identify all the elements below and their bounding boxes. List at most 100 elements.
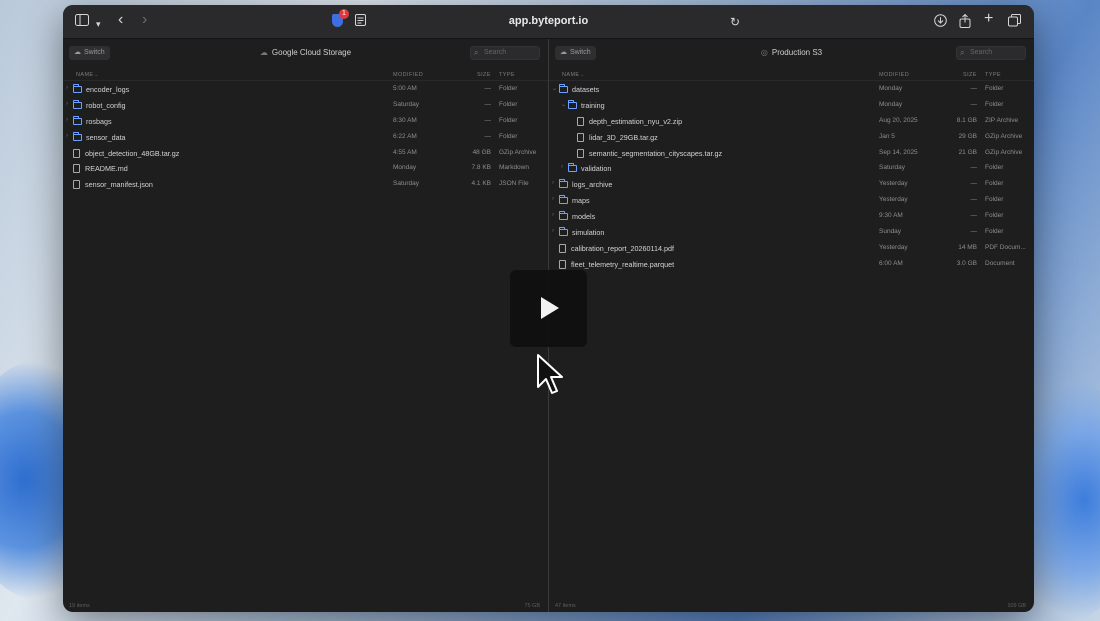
file-name-cell[interactable]: training xyxy=(568,99,605,110)
file-name-cell[interactable]: models xyxy=(559,211,595,221)
modified-cell: Monday xyxy=(879,85,903,92)
total-size: 75 GB xyxy=(524,603,540,609)
right-switch-button[interactable]: ☁ Switch xyxy=(555,46,596,60)
file-name-cell[interactable]: depth_estimation_nyu_v2.zip xyxy=(577,116,682,126)
file-row[interactable]: README.md Monday 7.8 KB Markdown xyxy=(63,160,548,176)
chevron-right-icon[interactable]: › xyxy=(66,133,68,139)
file-row[interactable]: fleet_telemetry_realtime.parquet 6:00 AM 3… xyxy=(549,256,1034,272)
left-pane: ☁ Switch ☁ Google Cloud Storage ⌕ Search … xyxy=(63,39,548,612)
file-icon xyxy=(73,164,80,174)
reload-icon[interactable]: ↻ xyxy=(730,14,740,30)
file-row[interactable]: › logs_archive Yesterday — Folder xyxy=(549,176,1034,192)
reader-icon[interactable] xyxy=(355,14,366,30)
file-row[interactable]: › encoder_logs 5:00 AM — Folder xyxy=(63,81,548,97)
file-name-cell[interactable]: maps xyxy=(559,195,590,205)
column-size[interactable]: SIZE xyxy=(477,72,491,78)
left-search-input[interactable]: ⌕ Search xyxy=(470,46,540,60)
size-cell: — xyxy=(970,100,978,108)
column-type[interactable]: TYPE xyxy=(499,72,515,78)
chevron-down-icon[interactable]: ⌄ xyxy=(552,85,557,92)
file-row[interactable]: ⌄ datasets Monday — Folder xyxy=(549,81,1034,97)
size-cell: 29 GB xyxy=(958,132,977,140)
chevron-right-icon[interactable]: › xyxy=(552,228,554,234)
back-icon[interactable]: ‹ xyxy=(118,12,123,28)
right-pane-header: ☁ Switch ◎ Production S3 ⌕ Search xyxy=(549,39,1034,69)
file-name-cell[interactable]: sensor_data xyxy=(73,131,126,142)
file-row[interactable]: › rosbags 8:30 AM — Folder xyxy=(63,113,548,129)
file-row[interactable]: semantic_segmentation_cityscapes.tar.gz S… xyxy=(549,145,1034,161)
modified-cell: 6:00 AM xyxy=(879,259,903,267)
file-name-cell[interactable]: logs_archive xyxy=(559,179,612,189)
column-size[interactable]: SIZE xyxy=(963,72,977,78)
file-name: calibration_report_20260114.pdf xyxy=(571,243,674,253)
file-name-cell[interactable]: simulation xyxy=(559,227,605,238)
size-cell: — xyxy=(970,228,978,236)
file-name-cell[interactable]: datasets xyxy=(559,84,599,94)
chevron-right-icon[interactable]: › xyxy=(552,212,554,218)
chevron-down-icon[interactable]: ▾ xyxy=(96,16,101,32)
chevron-right-icon[interactable]: › xyxy=(552,180,554,186)
file-name-cell[interactable]: rosbags xyxy=(73,115,112,126)
modified-cell: 5:00 AM xyxy=(393,85,417,92)
chevron-down-icon[interactable]: ⌄ xyxy=(561,101,566,108)
column-modified[interactable]: MODIFIED xyxy=(879,72,909,78)
size-cell: 3.0 GB xyxy=(956,259,977,267)
sidebar-toggle-icon[interactable] xyxy=(75,14,89,30)
chevron-right-icon[interactable]: › xyxy=(66,117,68,123)
video-play-button[interactable] xyxy=(510,270,587,347)
address-bar[interactable]: app.byteport.io xyxy=(63,15,1034,27)
file-name-cell[interactable]: sensor_manifest.json xyxy=(73,180,153,190)
file-row[interactable]: › models 9:30 AM — Folder xyxy=(549,208,1034,224)
folder-icon xyxy=(568,99,577,109)
modified-cell: Yesterday xyxy=(879,196,908,204)
left-pane-header: ☁ Switch ☁ Google Cloud Storage ⌕ Search xyxy=(63,39,548,69)
column-name[interactable]: NAME xyxy=(76,72,94,78)
modified-cell: Jan 5 xyxy=(879,132,895,140)
file-row[interactable]: sensor_manifest.json Saturday 4.1 KB JSON F… xyxy=(63,176,548,192)
file-row[interactable]: › simulation Sunday — Folder xyxy=(549,224,1034,240)
right-status-bar: 47 items 109 GB xyxy=(549,600,1034,612)
file-row[interactable]: object_detection_48GB.tar.gz 4:55 AM 48 GB… xyxy=(63,145,548,161)
file-name-cell[interactable]: calibration_report_20260114.pdf xyxy=(559,243,674,253)
download-icon[interactable] xyxy=(934,14,947,31)
file-name-cell[interactable]: encoder_logs xyxy=(73,84,129,94)
chevron-right-icon[interactable]: › xyxy=(561,164,563,170)
search-placeholder: Search xyxy=(484,49,507,56)
file-row[interactable]: › robot_config Saturday — Folder xyxy=(63,97,548,113)
file-row[interactable]: ⌄ training Monday — Folder xyxy=(549,97,1034,113)
folder-icon xyxy=(73,131,82,141)
file-row[interactable]: lidar_3D_29GB.tar.gz Jan 5 29 GB GZip Archi… xyxy=(549,129,1034,145)
chevron-right-icon[interactable]: › xyxy=(552,196,554,202)
file-name-cell[interactable]: fleet_telemetry_realtime.parquet xyxy=(559,259,674,269)
right-search-input[interactable]: ⌕ Search xyxy=(956,46,1026,60)
file-row[interactable]: › validation Saturday — Folder xyxy=(549,160,1034,176)
file-name-cell[interactable]: semantic_segmentation_cityscapes.tar.gz xyxy=(577,148,722,158)
type-cell: ZIP Archive xyxy=(985,116,1019,124)
file-name-cell[interactable]: lidar_3D_29GB.tar.gz xyxy=(577,132,658,142)
left-switch-button[interactable]: ☁ Switch xyxy=(69,46,110,60)
file-name-cell[interactable]: validation xyxy=(568,163,611,173)
file-name: simulation xyxy=(572,228,605,238)
column-type[interactable]: TYPE xyxy=(985,72,1001,78)
new-tab-icon[interactable]: + xyxy=(984,11,993,27)
column-modified[interactable]: MODIFIED xyxy=(393,72,423,78)
tabs-overview-icon[interactable] xyxy=(1008,14,1021,31)
chevron-right-icon[interactable]: › xyxy=(66,85,68,91)
file-name-cell[interactable]: object_detection_48GB.tar.gz xyxy=(73,148,179,158)
share-icon[interactable] xyxy=(959,13,971,32)
modified-cell: Saturday xyxy=(393,180,420,188)
file-name: training xyxy=(581,100,605,110)
file-row[interactable]: calibration_report_20260114.pdf Yesterday… xyxy=(549,240,1034,256)
type-cell: Folder xyxy=(985,196,1004,204)
forward-icon[interactable]: › xyxy=(142,12,147,28)
file-name-cell[interactable]: robot_config xyxy=(73,99,126,110)
cloud-icon: ☁ xyxy=(74,49,81,56)
chevron-right-icon[interactable]: › xyxy=(66,101,68,107)
file-row[interactable]: › maps Yesterday — Folder xyxy=(549,192,1034,208)
file-name: sensor_manifest.json xyxy=(85,180,153,190)
type-cell: GZip Archive xyxy=(985,148,1023,156)
file-row[interactable]: depth_estimation_nyu_v2.zip Aug 20, 2025 8… xyxy=(549,113,1034,129)
file-name-cell[interactable]: README.md xyxy=(73,164,128,174)
file-row[interactable]: › sensor_data 6:22 AM — Folder xyxy=(63,129,548,145)
column-name[interactable]: NAME xyxy=(562,72,580,78)
